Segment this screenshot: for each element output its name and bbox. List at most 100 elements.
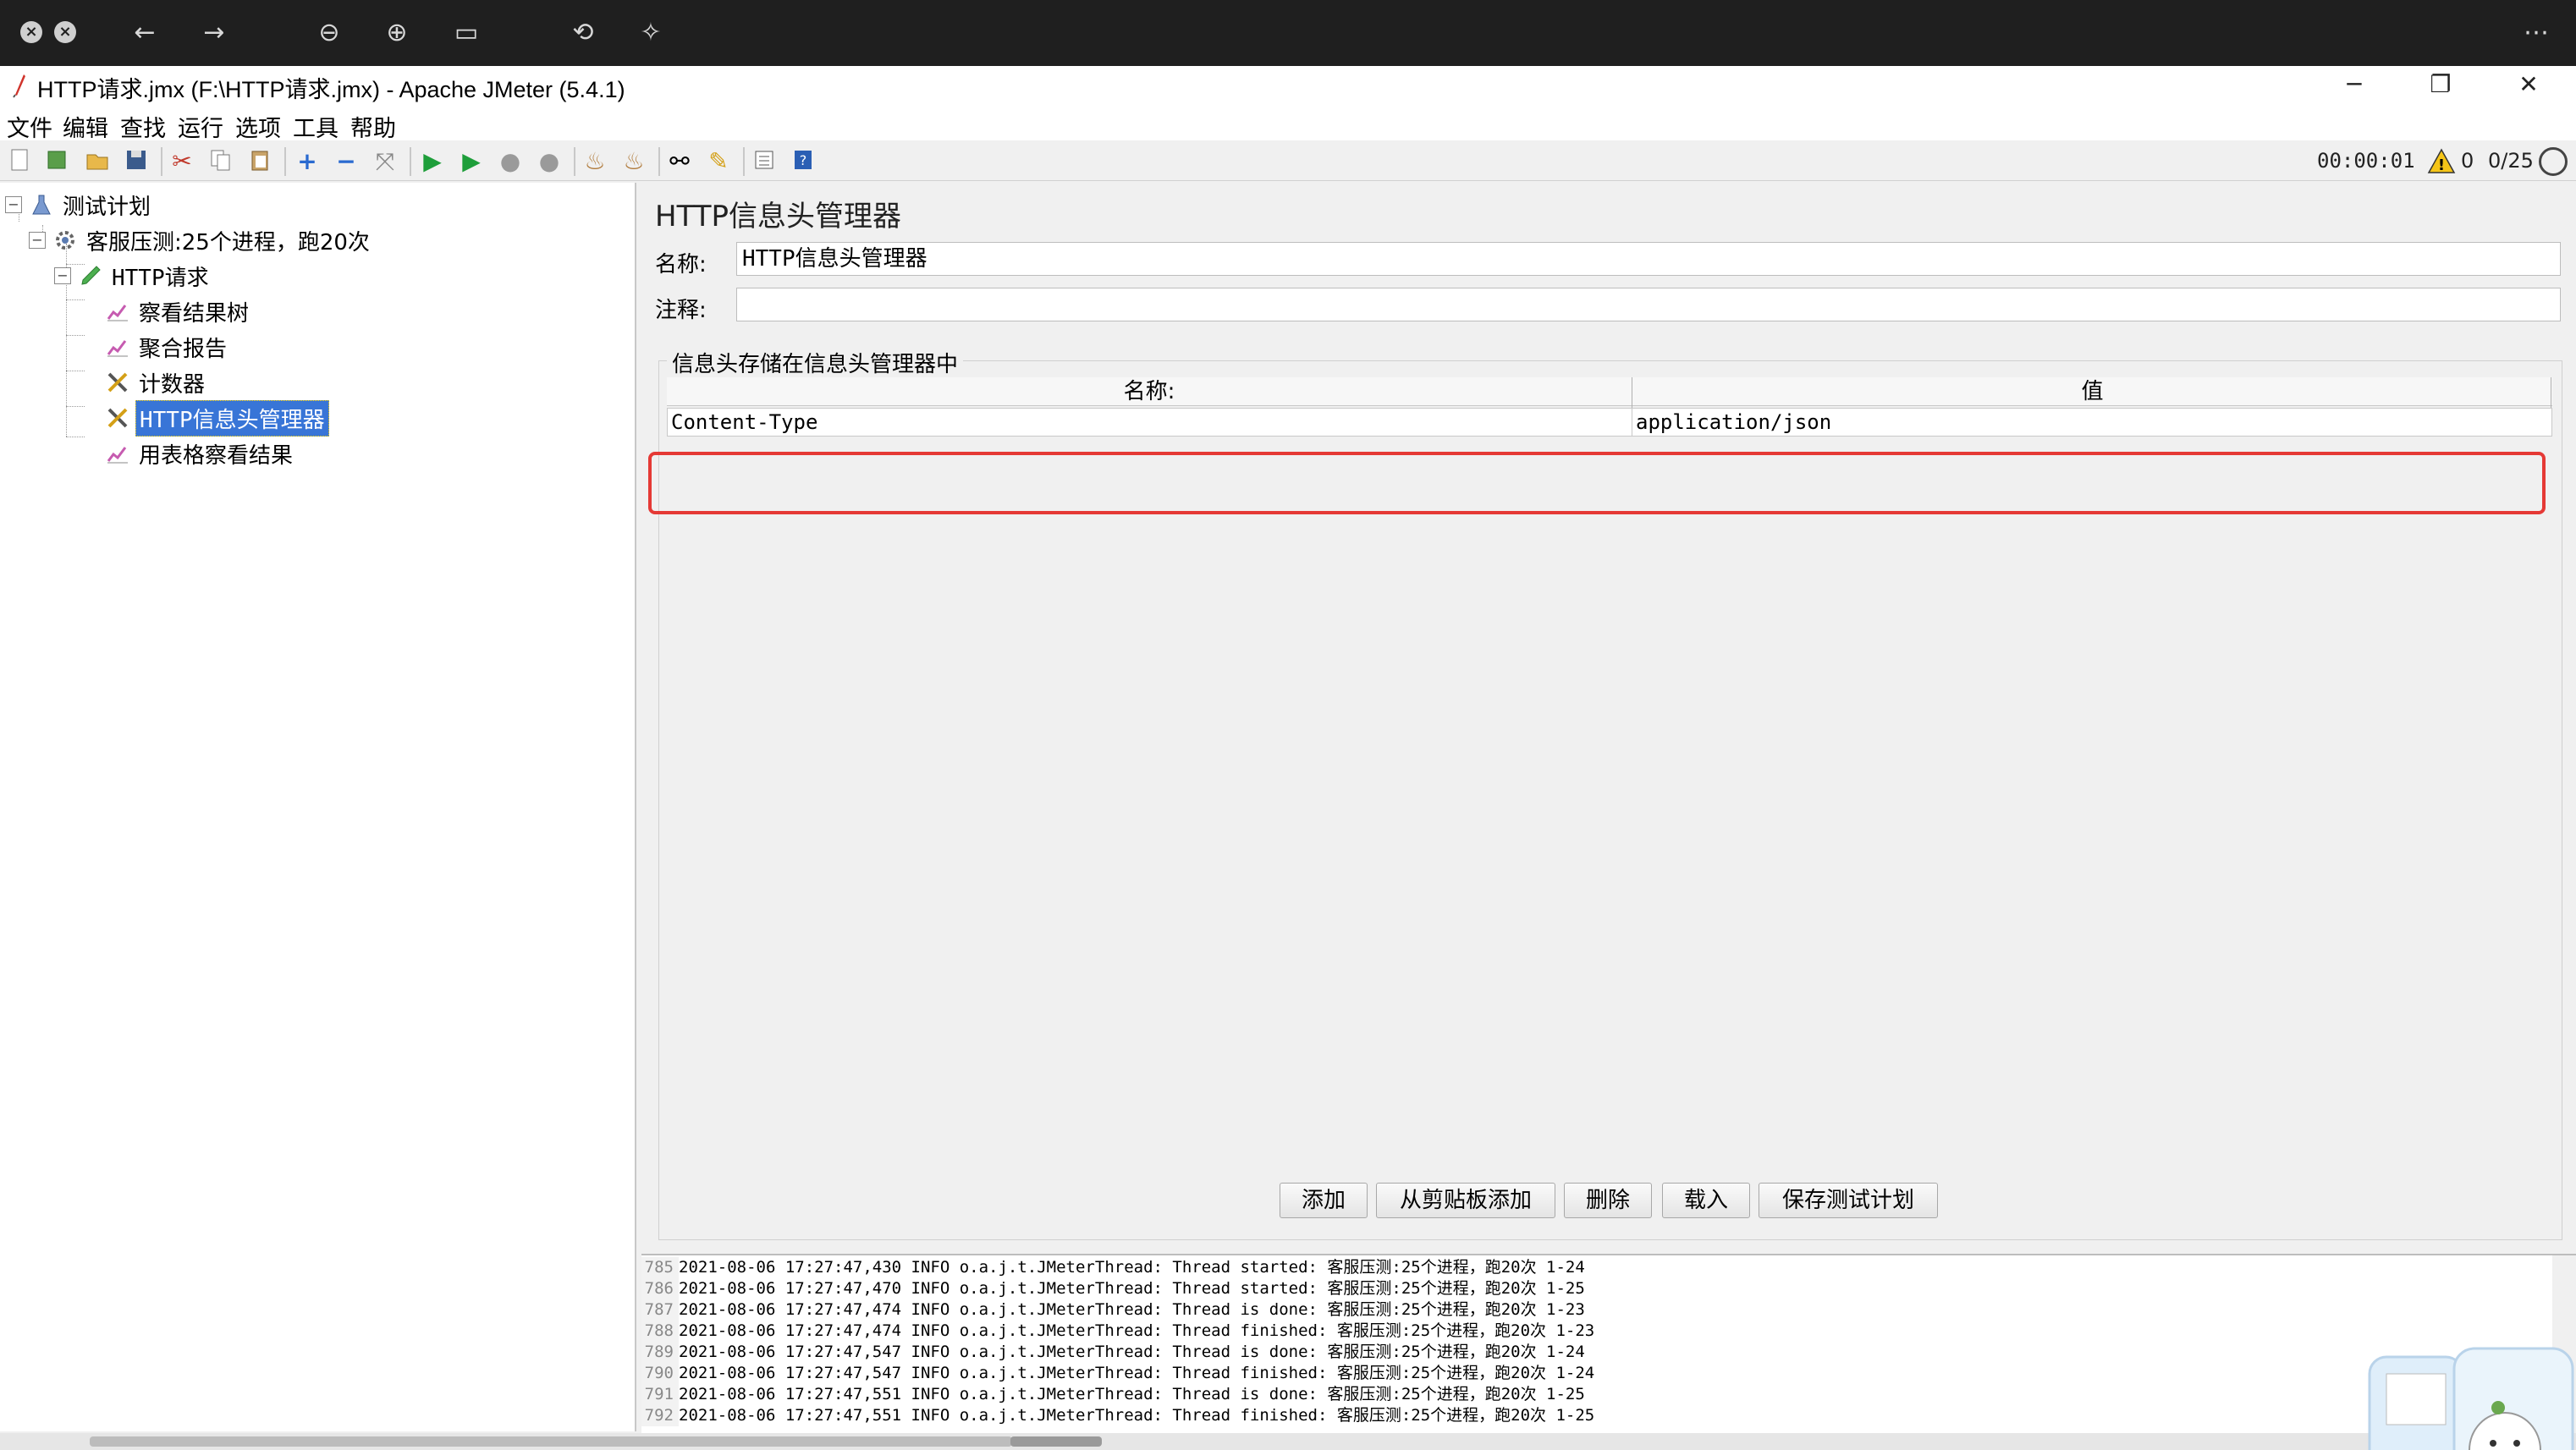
log-line: 785 2021-08-06 17:27:47,430 INFO o.a.j.t.… <box>641 1257 1585 1278</box>
menu-file[interactable]: 文件 <box>7 110 52 143</box>
add-button[interactable]: 添加 <box>1280 1183 1368 1218</box>
collapse-toggle-icon[interactable]: − <box>5 196 22 213</box>
tree-node-view-results-table[interactable]: 用表格察看结果 <box>105 437 296 470</box>
listener-chart-icon <box>107 340 128 357</box>
log-line: 789 2021-08-06 17:27:47,547 INFO o.a.j.t.… <box>641 1342 1585 1363</box>
tree-node-aggregate-report[interactable]: 聚合报告 <box>105 330 230 364</box>
tree-node-http-request[interactable]: − HTTP请求 <box>54 259 212 293</box>
svg-text:!: ! <box>2438 157 2445 174</box>
menu-options[interactable]: 选项 <box>235 110 281 143</box>
magic-wand-icon[interactable]: ✧ <box>633 15 669 51</box>
header-value-cell[interactable]: application/json <box>1632 408 2552 437</box>
elapsed-time: 00:00:01 <box>2317 149 2415 173</box>
name-label: 名称: <box>655 252 707 277</box>
back-arrow-icon[interactable]: ← <box>127 15 162 51</box>
collapse-toggle-icon[interactable]: − <box>54 267 71 284</box>
test-plan-icon <box>32 195 51 215</box>
log-line: 792 2021-08-06 17:27:47,551 INFO o.a.j.t.… <box>641 1405 1594 1426</box>
tree-node-label: 计数器 <box>139 371 206 398</box>
test-plan-tree: − 测试计划 − 客服压测:25个进程，跑20次 − HTTP请求 察看结果树 … <box>0 183 636 1431</box>
tree-node-label: HTTP请求 <box>112 265 209 291</box>
remote-status-icon[interactable] <box>2539 147 2568 176</box>
new-icon[interactable] <box>5 147 34 176</box>
tree-node-thread-group[interactable]: − 客服压测:25个进程，跑20次 <box>29 223 373 257</box>
search-binoculars-icon[interactable]: ⚯ <box>665 147 694 176</box>
header-manager-panel: HTTP信息头管理器 名称: HTTP信息头管理器 注释: 信息头存储在信息头管… <box>641 183 2576 1252</box>
active-threads: 0/25 <box>2488 149 2534 173</box>
tree-node-http-header-manager[interactable]: HTTP信息头管理器 <box>105 399 329 437</box>
viewer-minimize-icon[interactable]: × <box>54 21 76 43</box>
cartoon-sticker-icon <box>2368 1347 2574 1450</box>
panel-title: HTTP信息头管理器 <box>655 200 902 233</box>
start-icon[interactable]: ▶ <box>418 147 447 176</box>
tree-node-test-plan[interactable]: − 测试计划 <box>5 188 154 222</box>
tree-node-label: HTTP信息头管理器 <box>135 399 329 437</box>
stop-icon[interactable]: ● <box>496 147 525 176</box>
header-name-cell[interactable]: Content-Type <box>667 408 1632 437</box>
horizontal-scrollbar[interactable] <box>0 1433 2576 1450</box>
more-options-icon[interactable]: ⋯ <box>2518 15 2554 51</box>
log-line: 786 2021-08-06 17:27:47,470 INFO o.a.j.t.… <box>641 1278 1585 1299</box>
cut-icon[interactable]: ✂ <box>168 147 196 176</box>
paste-icon[interactable] <box>245 147 274 176</box>
menu-run[interactable]: 运行 <box>178 110 223 143</box>
clear-icon[interactable]: ♨ <box>581 147 609 176</box>
menu-search[interactable]: 查找 <box>120 110 166 143</box>
menu-help[interactable]: 帮助 <box>350 110 396 143</box>
menu-edit[interactable]: 编辑 <box>63 110 108 143</box>
delete-button[interactable]: 删除 <box>1564 1183 1652 1218</box>
shutdown-icon[interactable]: ● <box>535 147 564 176</box>
jmeter-window: HTTP请求.jmx (F:\HTTP请求.jmx) - Apache JMet… <box>0 66 2576 1450</box>
tree-node-label: 测试计划 <box>63 194 151 220</box>
collapse-all-icon[interactable]: − <box>332 147 361 176</box>
column-header-value[interactable]: 值 <box>1632 377 2552 406</box>
add-from-clipboard-button[interactable]: 从剪贴板添加 <box>1376 1183 1555 1218</box>
tree-node-label: 聚合报告 <box>139 336 228 362</box>
save-icon[interactable] <box>122 147 151 176</box>
tree-node-counter[interactable]: 计数器 <box>105 365 208 399</box>
close-button[interactable]: ✕ <box>2503 68 2554 102</box>
log-viewer[interactable]: 785 2021-08-06 17:27:47,430 INFO o.a.j.t.… <box>641 1254 2576 1433</box>
menu-tools[interactable]: 工具 <box>293 110 339 143</box>
copy-icon[interactable] <box>206 147 235 176</box>
jmeter-feather-icon <box>13 74 25 98</box>
restore-button[interactable]: ❐ <box>2415 68 2466 102</box>
zoom-in-icon[interactable]: ⊕ <box>379 15 415 51</box>
rotate-icon[interactable]: ⟲ <box>565 15 601 51</box>
name-input[interactable]: HTTP信息头管理器 <box>736 242 2561 276</box>
comment-input[interactable] <box>736 288 2561 321</box>
tree-node-view-results-tree[interactable]: 察看结果树 <box>105 294 252 328</box>
collapse-toggle-icon[interactable]: − <box>29 232 46 249</box>
log-line: 790 2021-08-06 17:27:47,547 INFO o.a.j.t.… <box>641 1363 1594 1384</box>
save-test-plan-button[interactable]: 保存测试计划 <box>1759 1183 1938 1218</box>
image-viewer-toolbar: × × ← → ⊖ ⊕ ▭ ⟲ ✧ ⋯ <box>0 0 2576 66</box>
log-line: 787 2021-08-06 17:27:47,474 INFO o.a.j.t.… <box>641 1299 1585 1321</box>
expand-all-icon[interactable]: + <box>293 147 322 176</box>
scrollbar-thumb[interactable] <box>90 1436 1012 1447</box>
warning-icon[interactable]: ! <box>2427 147 2456 176</box>
reset-search-broom-icon[interactable]: ✎ <box>704 147 733 176</box>
zoom-out-icon[interactable]: ⊖ <box>311 15 347 51</box>
toggle-icon[interactable]: ⤧ <box>371 147 399 176</box>
log-line: 788 2021-08-06 17:27:47,474 INFO o.a.j.t.… <box>641 1321 1594 1342</box>
annotation-highlight-box <box>648 452 2546 514</box>
clear-all-icon[interactable]: ♨ <box>619 147 648 176</box>
help-icon[interactable]: ? <box>789 147 817 176</box>
viewer-close-icon[interactable]: × <box>20 21 42 43</box>
templates-icon[interactable] <box>42 147 71 176</box>
config-tools-icon <box>107 372 128 393</box>
main-toolbar: ✂ + − ⤧ ▶ ▶ ● ● ♨ ♨ ⚯ ✎ ? 00:00:01 ! 0 0… <box>0 140 2576 181</box>
warning-count: 0 <box>2461 149 2474 173</box>
start-no-pauses-icon[interactable]: ▶ <box>457 147 486 176</box>
forward-arrow-icon[interactable]: → <box>196 15 232 51</box>
log-line: 791 2021-08-06 17:27:47,551 INFO o.a.j.t.… <box>641 1384 1585 1405</box>
tree-node-label: 察看结果树 <box>139 300 250 327</box>
menu-bar: 文件 编辑 查找 运行 选项 工具 帮助 <box>0 105 2576 143</box>
scrollbar-thumb[interactable] <box>1010 1436 1102 1447</box>
function-helper-icon[interactable] <box>750 147 779 176</box>
column-header-name[interactable]: 名称: <box>667 377 1632 406</box>
minimize-button[interactable]: ─ <box>2329 68 2380 102</box>
fit-window-icon[interactable]: ▭ <box>449 15 484 51</box>
open-icon[interactable] <box>83 147 112 176</box>
load-button[interactable]: 载入 <box>1662 1183 1750 1218</box>
